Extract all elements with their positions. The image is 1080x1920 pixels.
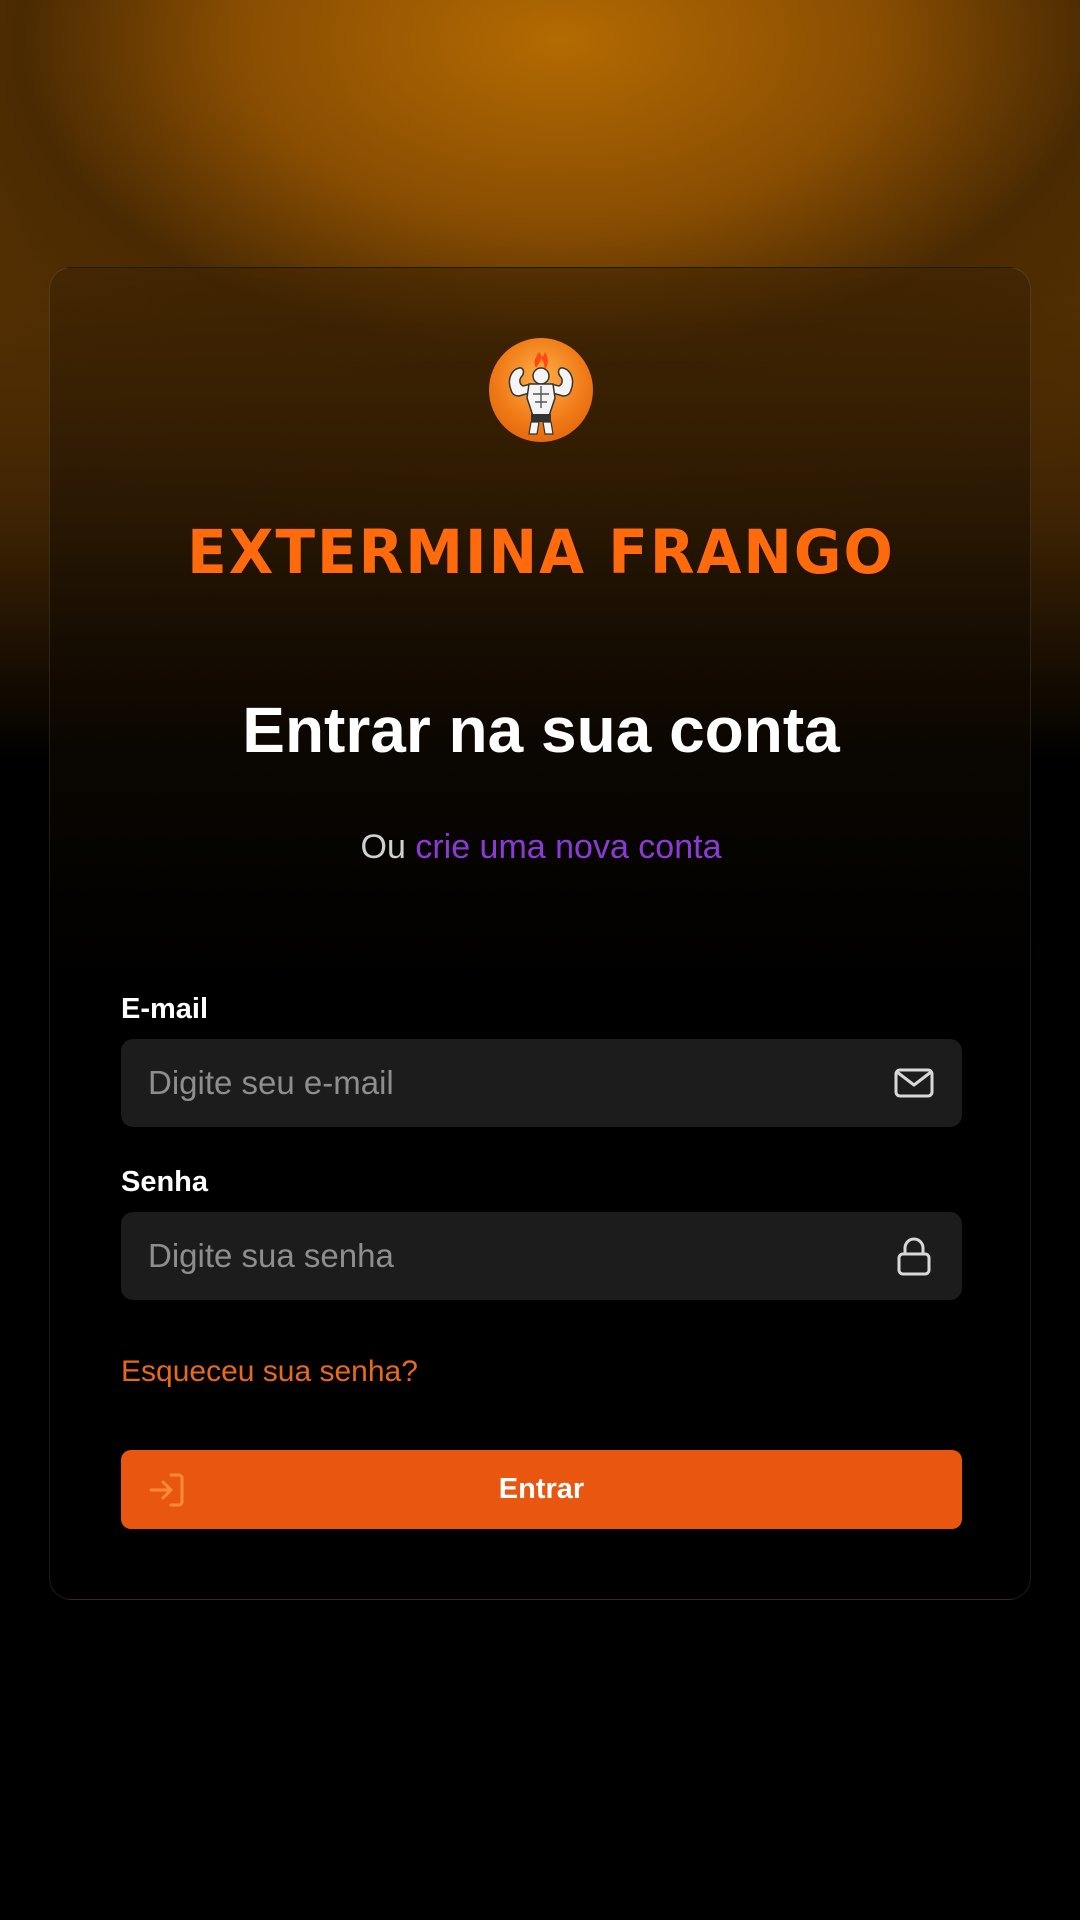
password-label: Senha [121,1166,209,1198]
login-page: EXTERMINA FRANGO Entrar na sua conta Ou … [0,0,1080,1920]
email-label: E-mail [121,993,209,1025]
subtitle-prefix: Ou [360,828,406,866]
page-title: Entrar na sua conta [242,694,840,766]
email-field[interactable] [121,1039,881,1127]
password-field-container [121,1212,962,1300]
login-card: EXTERMINA FRANGO Entrar na sua conta Ou … [49,267,1031,1600]
login-button-label: Entrar [498,1473,585,1505]
login-button[interactable]: Entrar [121,1450,962,1529]
brand-name: EXTERMINA FRANGO [187,516,895,588]
lock-icon [897,1237,931,1276]
subtitle: Ou crie uma nova conta [50,828,1032,867]
forgot-password-link[interactable]: Esqueceu sua senha? [121,1355,418,1389]
create-account-link[interactable]: crie uma nova conta [415,828,721,866]
email-field-container [121,1039,962,1127]
bodybuilder-logo-icon [489,338,593,442]
password-field[interactable] [121,1212,881,1300]
mail-icon [894,1068,934,1098]
